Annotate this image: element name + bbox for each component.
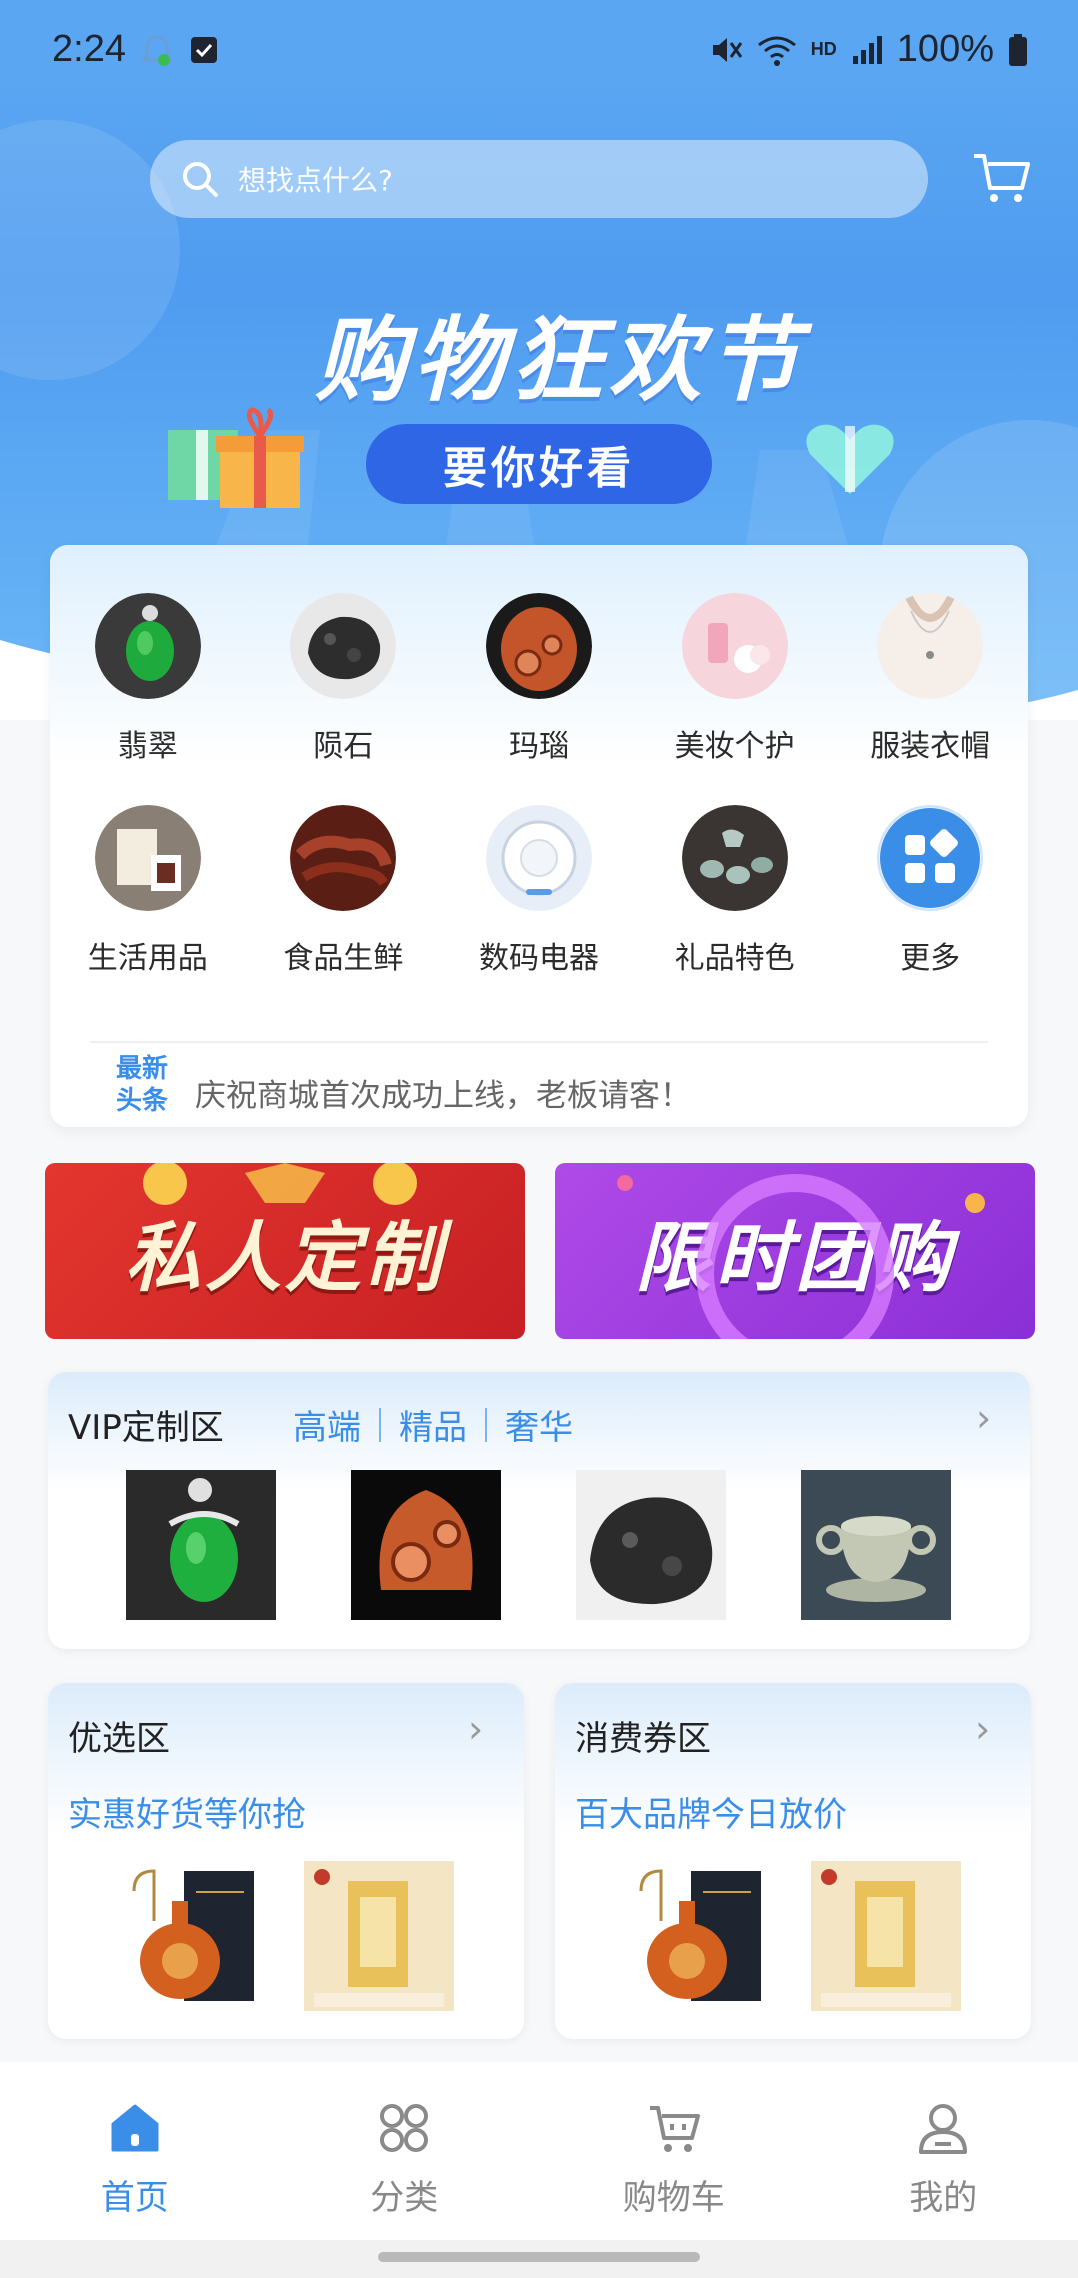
- divider: [90, 1041, 988, 1043]
- jade-pendant-icon: [94, 593, 201, 699]
- signal-icon: [852, 35, 882, 64]
- vip-product-jade[interactable]: [126, 1470, 276, 1620]
- vip-tag-luxury[interactable]: 奢华: [505, 1400, 573, 1449]
- vip-title: VIP定制区: [68, 1408, 224, 1448]
- agate-icon: [485, 593, 592, 699]
- category-clothing[interactable]: 服装衣帽: [832, 593, 1028, 765]
- section-subtitle: 百大品牌今日放价: [575, 1795, 847, 1835]
- category-card: 翡翠 陨石 玛瑙 美妆个护 服装衣帽 生活用品 食品生鲜 数码电器 礼品特色 更…: [50, 545, 1028, 1127]
- chevron-right-icon[interactable]: ›: [976, 1396, 991, 1440]
- category-meteorite[interactable]: 陨石: [246, 593, 442, 765]
- wifi-icon: [757, 36, 796, 66]
- promo-custom-banner[interactable]: 私人定制: [45, 1163, 525, 1339]
- section-title: 优选区: [68, 1719, 170, 1759]
- section-title: 消费券区: [575, 1719, 711, 1759]
- search-icon: [183, 162, 218, 197]
- vip-tag-high-end[interactable]: 高端: [293, 1400, 361, 1449]
- search-placeholder: 想找点什么?: [238, 164, 393, 197]
- banner-title: 购物狂欢节: [314, 307, 805, 414]
- category-agate[interactable]: 玛瑙: [441, 593, 637, 765]
- battery-percent: 100%: [896, 28, 994, 70]
- daily-goods-icon: [94, 805, 201, 911]
- user-icon: [919, 2104, 968, 2154]
- vip-product-jade-vessel[interactable]: [801, 1470, 951, 1620]
- gift-box-icon: [168, 407, 304, 508]
- vip-section[interactable]: VIP定制区 高端 精品 奢华 ›: [48, 1372, 1030, 1649]
- status-right: HD 100%: [709, 28, 1028, 71]
- nav-category[interactable]: 分类: [270, 2062, 540, 2240]
- news-tag: 最新 头条: [115, 1054, 168, 1116]
- category-label: 数码电器: [478, 941, 599, 976]
- category-label: 更多: [900, 941, 961, 976]
- cart-icon: [649, 2106, 700, 2152]
- news-headline[interactable]: 庆祝商城首次成功上线，老板请客！: [195, 1070, 691, 1115]
- category-label: 食品生鲜: [283, 941, 404, 976]
- category-label: 陨石: [313, 729, 374, 764]
- product-baijiu-box[interactable]: [811, 1861, 961, 2011]
- search-bar[interactable]: 想找点什么?: [150, 140, 928, 218]
- home-icon: [111, 2104, 159, 2152]
- category-label: 礼品特色: [674, 941, 795, 976]
- home-gesture-bar[interactable]: [378, 2252, 700, 2262]
- hd-indicator: HD: [810, 39, 837, 59]
- home-page: 2:24 HD 100% 想找点什么? 购物狂欢节 要你好看 翡翠 陨石 玛瑙 …: [0, 0, 1078, 2278]
- vip-tag-premium[interactable]: 精品: [399, 1400, 467, 1449]
- category-jade[interactable]: 翡翠: [50, 593, 246, 765]
- category-more[interactable]: 更多: [832, 805, 1028, 977]
- section-subtitle: 实惠好货等你抢: [68, 1795, 306, 1835]
- promo-group-buy-banner[interactable]: 限时团购: [555, 1163, 1035, 1339]
- vip-product-meteorite[interactable]: [576, 1470, 726, 1620]
- category-cosmetics[interactable]: 美妆个护: [637, 593, 833, 765]
- category-electronics[interactable]: 数码电器: [441, 805, 637, 977]
- category-label: 美妆个护: [674, 729, 795, 764]
- nav-label: 首页: [100, 2178, 169, 2218]
- category-icon: [380, 2104, 429, 2152]
- food-icon: [290, 805, 397, 911]
- product-cognac-gift-box[interactable]: [114, 1861, 264, 2011]
- meteorite-icon: [290, 593, 397, 699]
- grid-more-icon: [877, 805, 984, 911]
- category-gifts[interactable]: 礼品特色: [637, 805, 833, 977]
- category-grid: 翡翠 陨石 玛瑙 美妆个护 服装衣帽 生活用品 食品生鲜 数码电器 礼品特色 更…: [50, 593, 1028, 977]
- product-cognac-gift-box[interactable]: [621, 1861, 771, 2011]
- heart-gift-icon: [806, 424, 894, 494]
- checkbox-app-icon: [191, 37, 217, 63]
- nav-cart[interactable]: 购物车: [539, 2062, 809, 2240]
- category-label: 翡翠: [117, 729, 178, 764]
- cart-icon[interactable]: [970, 148, 1032, 210]
- banner-pill[interactable]: 要你好看: [366, 424, 712, 504]
- nav-label: 购物车: [622, 2178, 725, 2218]
- battery-icon: [1009, 33, 1027, 66]
- tea-set-icon: [681, 805, 788, 911]
- nav-home[interactable]: 首页: [0, 2062, 270, 2240]
- category-label: 服装衣帽: [870, 729, 991, 764]
- preferred-section-card[interactable]: 优选区 › 实惠好货等你抢: [48, 1683, 524, 2039]
- product-baijiu-box[interactable]: [304, 1861, 454, 2011]
- nav-label: 分类: [370, 2178, 439, 2218]
- necklace-model-icon: [877, 593, 984, 699]
- vip-tags: 高端 精品 奢华: [293, 1400, 573, 1449]
- coupon-section-card[interactable]: 消费券区 › 百大品牌今日放价: [555, 1683, 1031, 2039]
- mute-icon: [712, 37, 743, 62]
- cosmetics-icon: [681, 593, 788, 699]
- nav-label: 我的: [909, 2178, 978, 2218]
- chevron-right-icon[interactable]: ›: [468, 1707, 483, 1751]
- bottom-navigation: 首页 分类 购物车 我的: [0, 2062, 1078, 2240]
- nav-profile[interactable]: 我的: [809, 2062, 1078, 2240]
- status-time: 2:24: [52, 28, 126, 70]
- robot-vacuum-icon: [485, 805, 592, 911]
- vip-product-agate[interactable]: [351, 1470, 501, 1620]
- status-bar: 2:24 HD 100%: [0, 0, 1078, 90]
- category-label: 生活用品: [87, 941, 208, 976]
- category-label: 玛瑙: [508, 729, 569, 764]
- category-food[interactable]: 食品生鲜: [246, 805, 442, 977]
- notification-icon: [142, 35, 172, 66]
- chevron-right-icon[interactable]: ›: [975, 1707, 990, 1751]
- category-daily-goods[interactable]: 生活用品: [50, 805, 246, 977]
